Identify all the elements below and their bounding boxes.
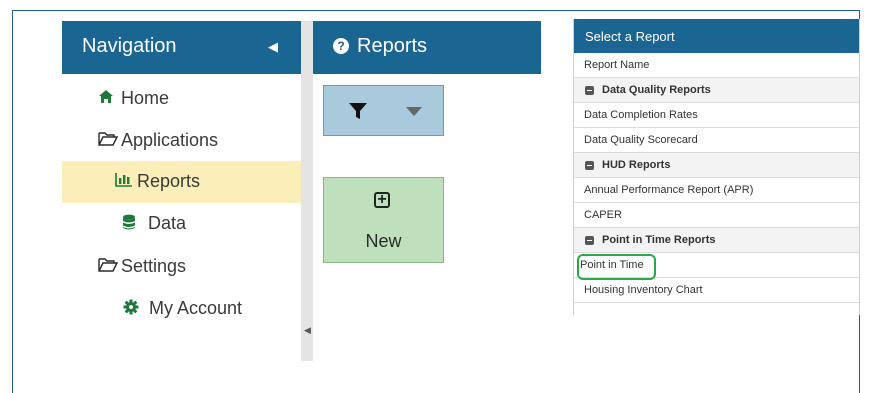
panel-splitter[interactable] <box>301 21 313 361</box>
report-label: Data Completion Rates <box>584 109 698 121</box>
column-header: Report Name <box>574 53 859 78</box>
navigation-panel: Navigation ◀ Home Applications Reports D… <box>62 21 301 361</box>
report-label: Annual Performance Report (APR) <box>584 184 754 196</box>
report-group-label: Data Quality Reports <box>602 84 711 96</box>
report-row[interactable]: CAPER <box>574 203 859 228</box>
report-group-row[interactable]: Data Quality Reports <box>574 78 859 103</box>
collapse-arrow-icon[interactable]: ◀ <box>304 325 311 336</box>
report-group-label: Point in Time Reports <box>602 234 716 246</box>
plus-square-icon: + <box>374 192 390 208</box>
new-button-label: New <box>365 231 402 251</box>
help-icon[interactable]: ? <box>333 38 349 54</box>
nav-item-label: My Account <box>149 298 243 318</box>
nav-item-applications[interactable]: Applications <box>62 120 301 162</box>
reports-panel: ? Reports + New <box>313 21 541 361</box>
callout-highlight <box>577 254 656 280</box>
reports-title-wrap: ? Reports <box>333 35 427 58</box>
report-row[interactable]: Data Completion Rates <box>574 103 859 128</box>
report-group-row[interactable]: Point in Time Reports <box>574 228 859 253</box>
report-label: Data Quality Scorecard <box>584 134 698 146</box>
select-report-title: Select a Report <box>585 29 675 44</box>
nav-item-home[interactable]: Home <box>62 78 301 120</box>
filter-icon <box>348 102 368 125</box>
navigation-title: Navigation <box>82 35 177 57</box>
report-row[interactable]: Annual Performance Report (APR) <box>574 178 859 203</box>
report-row[interactable]: Housing Inventory Chart <box>574 278 859 303</box>
nav-item-data[interactable]: Data <box>62 203 301 245</box>
report-label: CAPER <box>584 209 622 221</box>
reports-title: Reports <box>357 35 428 57</box>
bar-chart-icon <box>115 172 133 192</box>
nav-item-label: Applications <box>121 130 219 150</box>
folder-open-icon <box>98 131 119 151</box>
home-icon <box>98 89 114 109</box>
reports-header: ? Reports <box>313 21 541 74</box>
collapse-left-icon[interactable]: ◀ <box>268 39 278 55</box>
report-label: Housing Inventory Chart <box>584 284 703 296</box>
gear-icon <box>123 299 139 320</box>
navigation-header: Navigation ◀ <box>62 21 301 74</box>
nav-item-label: Home <box>121 88 170 108</box>
nav-item-reports[interactable]: Reports <box>62 161 301 203</box>
database-icon <box>122 214 136 235</box>
collapse-minus-icon[interactable] <box>585 236 594 245</box>
nav-item-label: Settings <box>121 256 187 276</box>
folder-open-icon <box>98 257 119 277</box>
filter-button[interactable] <box>323 85 444 136</box>
report-group-label: HUD Reports <box>602 159 671 171</box>
nav-item-my-account[interactable]: My Account <box>62 288 301 330</box>
collapse-minus-icon[interactable] <box>585 161 594 170</box>
new-report-button[interactable]: + New <box>323 177 444 263</box>
collapse-minus-icon[interactable] <box>585 86 594 95</box>
select-report-header: Select a Report <box>574 19 859 53</box>
nav-item-label: Data <box>148 213 187 233</box>
column-header-label: Report Name <box>584 59 650 71</box>
report-group-row[interactable]: HUD Reports <box>574 153 859 178</box>
nav-item-label: Reports <box>137 171 201 191</box>
nav-item-settings[interactable]: Settings <box>62 246 301 288</box>
chevron-down-icon <box>406 107 422 116</box>
report-row[interactable]: Data Quality Scorecard <box>574 128 859 153</box>
